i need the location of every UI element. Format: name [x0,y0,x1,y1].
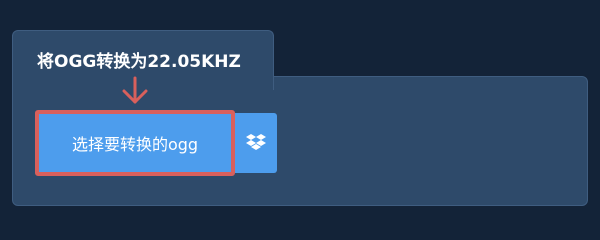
select-file-label: 选择要转换的ogg [71,135,199,154]
arrow-down-icon [122,76,148,104]
dropbox-icon [246,134,266,150]
select-file-button[interactable]: 选择要转换的ogg [35,110,235,176]
page-title: 将OGG转换为22.05KHZ [37,52,241,72]
dropbox-button[interactable] [235,113,277,173]
